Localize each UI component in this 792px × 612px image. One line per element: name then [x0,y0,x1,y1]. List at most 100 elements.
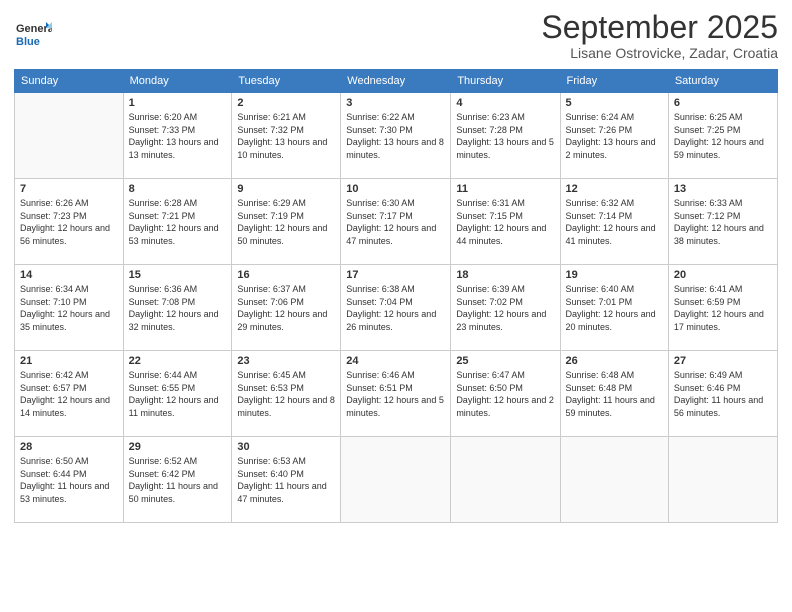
calendar-cell: 16 Sunrise: 6:37 AMSunset: 7:06 PMDayligh… [232,265,341,351]
day-number: 1 [129,97,227,109]
day-header-wednesday: Wednesday [341,70,451,93]
cell-info: Sunrise: 6:20 AMSunset: 7:33 PMDaylight:… [129,111,227,161]
calendar-cell: 15Sunrise: 6:36 AMSunset: 7:08 PMDayligh… [123,265,232,351]
day-number: 23 [237,355,335,367]
calendar-cell: 23 Sunrise: 6:45 AMSunset: 6:53 PMDayligh… [232,351,341,437]
calendar-cell: 25Sunrise: 6:47 AMSunset: 6:50 PMDayligh… [451,351,560,437]
cell-info: Sunrise: 6:39 AMSunset: 7:02 PMDaylight:… [456,283,554,333]
day-header-saturday: Saturday [668,70,777,93]
cell-info: Sunrise: 6:53 AMSunset: 6:40 PMDaylight:… [237,455,335,505]
calendar-cell: 11 Sunrise: 6:31 AMSunset: 7:15 PMDayligh… [451,179,560,265]
cell-info: Sunrise: 6:37 AMSunset: 7:06 PMDaylight:… [237,283,335,333]
calendar-cell: 12Sunrise: 6:32 AMSunset: 7:14 PMDayligh… [560,179,668,265]
cell-info: Sunrise: 6:21 AMSunset: 7:32 PMDaylight:… [237,111,335,161]
calendar-cell: 20 Sunrise: 6:41 AMSunset: 6:59 PMDayligh… [668,265,777,351]
calendar-cell: 5 Sunrise: 6:24 AMSunset: 7:26 PMDaylight… [560,93,668,179]
calendar-cell: 7 Sunrise: 6:26 AMSunset: 7:23 PMDaylight… [15,179,124,265]
calendar-cell: 2 Sunrise: 6:21 AMSunset: 7:32 PMDaylight… [232,93,341,179]
cell-info: Sunrise: 6:49 AMSunset: 6:46 PMDaylight:… [674,369,772,419]
calendar-cell [341,437,451,523]
calendar-cell: 22 Sunrise: 6:44 AMSunset: 6:55 PMDayligh… [123,351,232,437]
day-header-sunday: Sunday [15,70,124,93]
day-number: 12 [566,183,663,195]
calendar-cell [668,437,777,523]
calendar-cell: 17Sunrise: 6:38 AMSunset: 7:04 PMDayligh… [341,265,451,351]
calendar-cell: 28 Sunrise: 6:50 AMSunset: 6:44 PMDayligh… [15,437,124,523]
cell-info: Sunrise: 6:23 AMSunset: 7:28 PMDaylight:… [456,111,554,161]
day-number: 11 [456,183,554,195]
cell-info: Sunrise: 6:26 AMSunset: 7:23 PMDaylight:… [20,197,118,247]
cell-info: Sunrise: 6:28 AMSunset: 7:21 PMDaylight:… [129,197,227,247]
cell-info: Sunrise: 6:45 AMSunset: 6:53 PMDaylight:… [237,369,335,419]
calendar-week-1: 1 Sunrise: 6:20 AMSunset: 7:33 PMDaylight… [15,93,778,179]
day-number: 24 [346,355,445,367]
cell-info: Sunrise: 6:29 AMSunset: 7:19 PMDaylight:… [237,197,335,247]
day-number: 27 [674,355,772,367]
logo: General Blue [14,14,52,57]
day-header-tuesday: Tuesday [232,70,341,93]
calendar-cell [560,437,668,523]
calendar: SundayMondayTuesdayWednesdayThursdayFrid… [14,69,778,523]
cell-info: Sunrise: 6:31 AMSunset: 7:15 PMDaylight:… [456,197,554,247]
day-number: 4 [456,97,554,109]
cell-info: Sunrise: 6:41 AMSunset: 6:59 PMDaylight:… [674,283,772,333]
day-number: 7 [20,183,118,195]
calendar-cell: 21 Sunrise: 6:42 AMSunset: 6:57 PMDayligh… [15,351,124,437]
cell-info: Sunrise: 6:38 AMSunset: 7:04 PMDaylight:… [346,283,445,333]
calendar-cell: 4 Sunrise: 6:23 AMSunset: 7:28 PMDaylight… [451,93,560,179]
calendar-cell: 27 Sunrise: 6:49 AMSunset: 6:46 PMDayligh… [668,351,777,437]
calendar-week-5: 28 Sunrise: 6:50 AMSunset: 6:44 PMDayligh… [15,437,778,523]
day-number: 18 [456,269,554,281]
day-number: 5 [566,97,663,109]
cell-info: Sunrise: 6:24 AMSunset: 7:26 PMDaylight:… [566,111,663,161]
day-number: 2 [237,97,335,109]
cell-info: Sunrise: 6:22 AMSunset: 7:30 PMDaylight:… [346,111,445,161]
day-header-thursday: Thursday [451,70,560,93]
calendar-cell: 13 Sunrise: 6:33 AMSunset: 7:12 PMDayligh… [668,179,777,265]
calendar-cell: 24 Sunrise: 6:46 AMSunset: 6:51 PMDayligh… [341,351,451,437]
cell-info: Sunrise: 6:30 AMSunset: 7:17 PMDaylight:… [346,197,445,247]
calendar-cell: 26Sunrise: 6:48 AMSunset: 6:48 PMDayligh… [560,351,668,437]
calendar-header-row: SundayMondayTuesdayWednesdayThursdayFrid… [15,70,778,93]
day-number: 20 [674,269,772,281]
day-number: 8 [129,183,227,195]
cell-info: Sunrise: 6:33 AMSunset: 7:12 PMDaylight:… [674,197,772,247]
cell-info: Sunrise: 6:50 AMSunset: 6:44 PMDaylight:… [20,455,118,505]
calendar-cell: 19Sunrise: 6:40 AMSunset: 7:01 PMDayligh… [560,265,668,351]
cell-info: Sunrise: 6:34 AMSunset: 7:10 PMDaylight:… [20,283,118,333]
cell-info: Sunrise: 6:44 AMSunset: 6:55 PMDaylight:… [129,369,227,419]
day-number: 21 [20,355,118,367]
calendar-cell: 1 Sunrise: 6:20 AMSunset: 7:33 PMDaylight… [123,93,232,179]
cell-info: Sunrise: 6:42 AMSunset: 6:57 PMDaylight:… [20,369,118,419]
day-number: 9 [237,183,335,195]
calendar-cell: 29 Sunrise: 6:52 AMSunset: 6:42 PMDayligh… [123,437,232,523]
calendar-week-3: 14Sunrise: 6:34 AMSunset: 7:10 PMDayligh… [15,265,778,351]
calendar-cell: 30 Sunrise: 6:53 AMSunset: 6:40 PMDayligh… [232,437,341,523]
day-number: 16 [237,269,335,281]
day-number: 3 [346,97,445,109]
calendar-cell [15,93,124,179]
day-number: 30 [237,441,335,453]
calendar-cell: 10 Sunrise: 6:30 AMSunset: 7:17 PMDayligh… [341,179,451,265]
cell-info: Sunrise: 6:46 AMSunset: 6:51 PMDaylight:… [346,369,445,419]
day-number: 10 [346,183,445,195]
title-block: September 2025 Lisane Ostrovicke, Zadar,… [541,10,778,61]
day-number: 22 [129,355,227,367]
cell-info: Sunrise: 6:25 AMSunset: 7:25 PMDaylight:… [674,111,772,161]
cell-info: Sunrise: 6:36 AMSunset: 7:08 PMDaylight:… [129,283,227,333]
day-header-monday: Monday [123,70,232,93]
day-header-friday: Friday [560,70,668,93]
day-number: 29 [129,441,227,453]
day-number: 28 [20,441,118,453]
logo-icon: General Blue [14,14,52,52]
day-number: 19 [566,269,663,281]
calendar-cell: 8 Sunrise: 6:28 AMSunset: 7:21 PMDaylight… [123,179,232,265]
day-number: 13 [674,183,772,195]
calendar-cell [451,437,560,523]
calendar-cell: 9 Sunrise: 6:29 AMSunset: 7:19 PMDaylight… [232,179,341,265]
calendar-cell: 14Sunrise: 6:34 AMSunset: 7:10 PMDayligh… [15,265,124,351]
cell-info: Sunrise: 6:52 AMSunset: 6:42 PMDaylight:… [129,455,227,505]
cell-info: Sunrise: 6:47 AMSunset: 6:50 PMDaylight:… [456,369,554,419]
day-number: 6 [674,97,772,109]
calendar-week-2: 7 Sunrise: 6:26 AMSunset: 7:23 PMDaylight… [15,179,778,265]
